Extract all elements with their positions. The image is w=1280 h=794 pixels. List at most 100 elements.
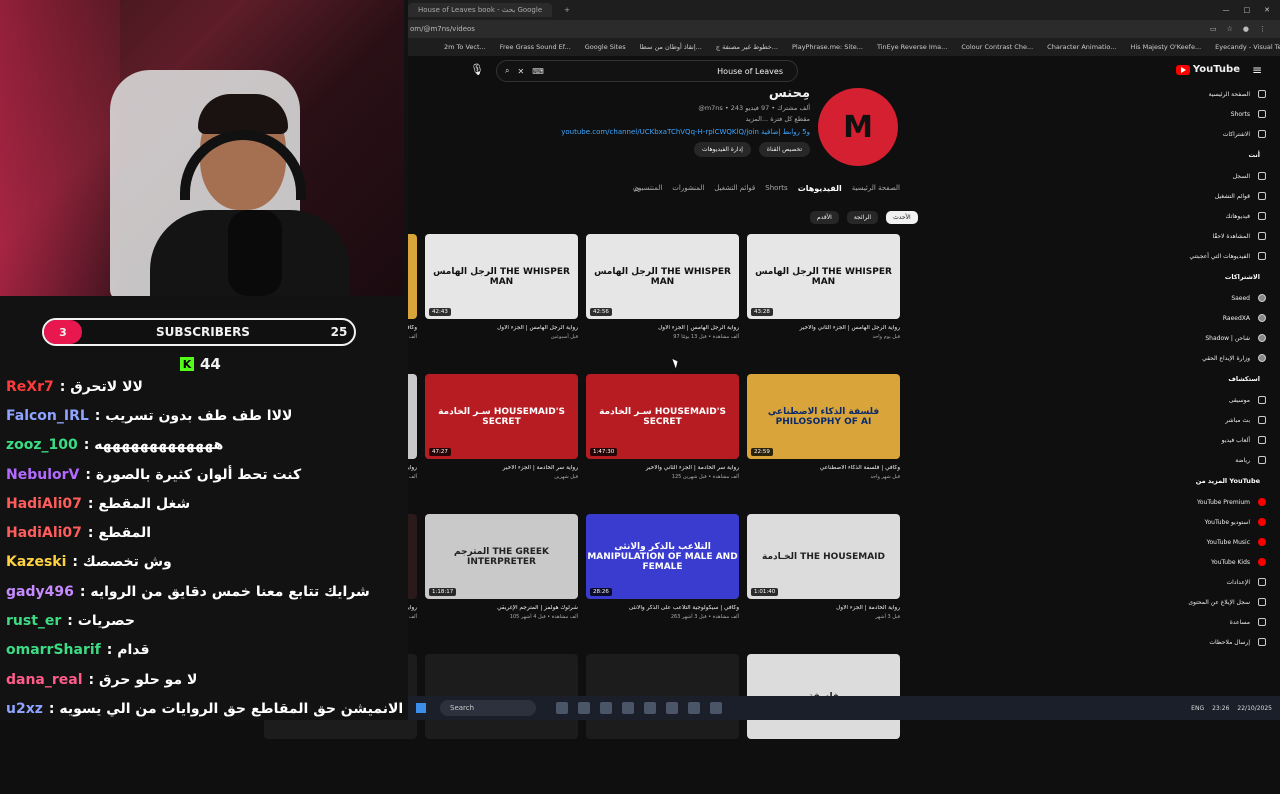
video-thumbnail[interactable]: المترجم THE GREEK INTERPRETER1:18:17: [425, 514, 578, 599]
sidebar-item[interactable]: YouTube Kids: [1162, 552, 1280, 572]
sidebar-item[interactable]: رياضة: [1162, 450, 1280, 470]
video-thumbnail[interactable]: الرجل الهامس THE WHISPER MAN42:56: [586, 234, 739, 319]
clear-search-icon[interactable]: ✕: [517, 67, 524, 76]
video-thumbnail[interactable]: سـر الخادمة HOUSEMAID'S SECRET1:47:30: [586, 374, 739, 459]
sidebar-item[interactable]: الفيديوهات التي أعجبتني: [1162, 246, 1280, 266]
bookmark-item[interactable]: خطوط غير مصنفة ج...: [716, 43, 778, 51]
clock-date[interactable]: 22/10/2025: [1237, 705, 1272, 712]
channel-avatar[interactable]: M: [818, 88, 898, 166]
video-thumbnail[interactable]: الرجل الهامس THE WHISPER MAN43:28: [747, 234, 900, 319]
premiere-icon[interactable]: [644, 702, 656, 714]
taskbar-search[interactable]: Search: [440, 700, 536, 716]
customize-channel-button[interactable]: تخصيص القناة: [759, 142, 810, 157]
sidebar-item[interactable]: الإعدادات: [1162, 572, 1280, 592]
sort-chip[interactable]: الأحدث: [886, 211, 918, 224]
video-title[interactable]: رواية سر الخادمة | الجزء الثاني والأخير: [586, 465, 739, 471]
browser-icon[interactable]: [600, 702, 612, 714]
search-input[interactable]: ⌕ ✕ ⌨ House of Leaves: [496, 60, 798, 82]
video-card[interactable]: الرجل الهامس THE WHISPER MAN42:43رواية ا…: [425, 234, 578, 340]
bookmark-item[interactable]: His Majesty O'Keefe...: [1130, 43, 1201, 51]
minimize-icon[interactable]: —: [1223, 6, 1230, 14]
video-card[interactable]: الرجل الهامس THE WHISPER MAN42:56 رواية ا…: [586, 234, 739, 340]
after-effects-icon[interactable]: [688, 702, 700, 714]
sidebar-item[interactable]: Shadow | شاحن: [1162, 328, 1280, 348]
clock-time[interactable]: 23:26: [1212, 705, 1229, 712]
channel-tagline[interactable]: مقطع كل فترة ...المزيد: [554, 115, 810, 123]
bookmark-item[interactable]: PlayPhrase.me: Site...: [792, 43, 863, 51]
bookmark-item[interactable]: Eyecandy - Visual Te...: [1215, 43, 1280, 51]
keyboard-icon[interactable]: ⌨: [532, 67, 544, 76]
manage-videos-button[interactable]: إدارة الفيديوهات: [694, 142, 751, 157]
search-icon[interactable]: ⌕: [505, 66, 509, 76]
sidebar-item[interactable]: قوائم التشغيل: [1162, 186, 1280, 206]
sidebar-item[interactable]: المشاهدة لاحقًا: [1162, 226, 1280, 246]
profile-icon[interactable]: ●: [1243, 25, 1249, 33]
video-title[interactable]: وكافي | فلسفة الذكاء الاصطناعي: [747, 465, 900, 471]
video-card[interactable]: الخـادمة THE HOUSEMAID1:01:40 رواية الخاد…: [747, 514, 900, 620]
sidebar-item[interactable]: YouTube استوديو: [1162, 512, 1280, 532]
sidebar-item[interactable]: RaeedXA: [1162, 308, 1280, 328]
url-text[interactable]: om/@m7ns/videos: [410, 25, 475, 33]
sort-chip[interactable]: الأقدم: [810, 211, 839, 224]
bookmark-item[interactable]: Colour Contrast Che...: [961, 43, 1033, 51]
sidebar-item[interactable]: Saeed: [1162, 288, 1280, 308]
video-card[interactable]: فلسفة الذكاء الاصطناعي PHILOSOPHY OF AI2…: [747, 374, 900, 480]
video-card[interactable]: التلاعب بالذكر والانثى MANIPULATION OF M…: [586, 514, 739, 620]
channel-tab[interactable]: المنشورات: [672, 184, 704, 193]
sidebar-item[interactable]: الصفحة الرئيسية: [1162, 84, 1280, 104]
youtube-logo[interactable]: YouTube: [1176, 64, 1240, 75]
video-card[interactable]: سـر الخادمة HOUSEMAID'S SECRET47:27 رواية…: [425, 374, 578, 480]
channel-tab[interactable]: الصفحة الرئيسية: [852, 184, 900, 193]
bookmark-item[interactable]: TinEye Reverse Ima...: [877, 43, 947, 51]
sidebar-item[interactable]: مساعدة: [1162, 612, 1280, 632]
sidebar-item[interactable]: YouTube Music: [1162, 532, 1280, 552]
photoshop-icon[interactable]: [666, 702, 678, 714]
video-title[interactable]: رواية الرجل الهامس | الجزء الثاني والأخي…: [747, 325, 900, 331]
voice-search-icon[interactable]: 🎙: [470, 63, 484, 76]
address-bar[interactable]: om/@m7ns/videos ▭ ☆ ● ⋮: [404, 20, 1280, 38]
sidebar-item[interactable]: ألعاب فيديو: [1162, 430, 1280, 450]
video-title[interactable]: رواية الخادمة | الجزء الأول: [747, 605, 900, 611]
video-title[interactable]: رواية الرجل الهامس | الجزء الأول: [586, 325, 739, 331]
browser-tab[interactable]: House of Leaves book - بحث Google: [408, 3, 552, 17]
close-icon[interactable]: ✕: [1264, 6, 1270, 14]
video-title[interactable]: شرلوك هولمز | المترجم الإغريقي: [425, 605, 578, 611]
channel-link[interactable]: youtube.com/channel/UCKbxaTChVQq-H-rplCW…: [554, 128, 810, 136]
video-card[interactable]: المترجم THE GREEK INTERPRETER1:18:17 شرلو…: [425, 514, 578, 620]
language-indicator[interactable]: ENG: [1191, 705, 1204, 712]
video-card[interactable]: الرجل الهامس THE WHISPER MAN43:28 رواية ا…: [747, 234, 900, 340]
sidebar-item[interactable]: الاشتراكات: [1162, 124, 1280, 144]
sidebar-item[interactable]: بث مباشر: [1162, 410, 1280, 430]
sidebar-item[interactable]: إرسال ملاحظات: [1162, 632, 1280, 652]
new-tab-icon[interactable]: +: [564, 6, 570, 14]
video-thumbnail[interactable]: الرجل الهامس THE WHISPER MAN42:43: [425, 234, 578, 319]
sidebar-item[interactable]: Shorts: [1162, 104, 1280, 124]
video-thumbnail[interactable]: فلسفة الذكاء الاصطناعي PHILOSOPHY OF AI2…: [747, 374, 900, 459]
vscode-icon[interactable]: [578, 702, 590, 714]
more-menu-icon[interactable]: ⋮: [1259, 25, 1266, 33]
start-icon[interactable]: [416, 703, 426, 713]
sidebar-item[interactable]: السجل: [1162, 166, 1280, 186]
bookmark-item[interactable]: 2m To Vect...: [444, 43, 486, 51]
bookmark-item[interactable]: Character Animatio...: [1047, 43, 1116, 51]
bookmark-item[interactable]: إنقاذ أوطان من سطا...: [640, 43, 702, 51]
sidebar-item[interactable]: فيديوهاتك: [1162, 206, 1280, 226]
maximize-icon[interactable]: □: [1244, 6, 1251, 14]
media-encoder-icon[interactable]: [710, 702, 722, 714]
video-thumbnail[interactable]: الخـادمة THE HOUSEMAID1:01:40: [747, 514, 900, 599]
video-thumbnail[interactable]: سـر الخادمة HOUSEMAID'S SECRET47:27: [425, 374, 578, 459]
channel-tab[interactable]: Shorts: [765, 184, 787, 193]
sidebar-item[interactable]: موسيقى: [1162, 390, 1280, 410]
bookmark-star-icon[interactable]: ☆: [1227, 25, 1233, 33]
file-explorer-icon[interactable]: [556, 702, 568, 714]
hamburger-menu-icon[interactable]: ≡: [1252, 63, 1262, 77]
video-title[interactable]: وكافي | سيكولوجية التلاعب على الذكر والأ…: [586, 605, 739, 611]
cast-icon[interactable]: ▭: [1210, 25, 1217, 33]
sidebar-item[interactable]: سجل الإبلاغ عن المحتوى: [1162, 592, 1280, 612]
video-title[interactable]: رواية سر الخادمة | الجزء الأخير: [425, 465, 578, 471]
bookmark-item[interactable]: Google Sites: [585, 43, 626, 51]
video-thumbnail[interactable]: التلاعب بالذكر والانثى MANIPULATION OF M…: [586, 514, 739, 599]
channel-tab[interactable]: المنتسبون: [633, 184, 662, 193]
channel-tab[interactable]: الفيديوهات: [798, 184, 842, 193]
video-card[interactable]: سـر الخادمة HOUSEMAID'S SECRET1:47:30 روا…: [586, 374, 739, 480]
